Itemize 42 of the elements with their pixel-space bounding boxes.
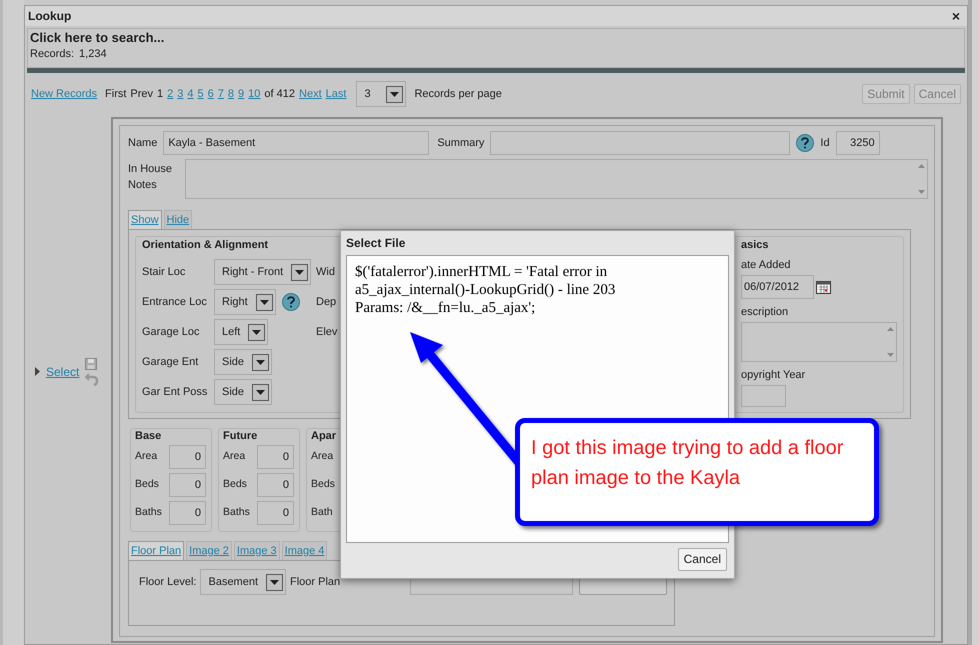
field-label: Beds: [135, 477, 159, 492]
field-label: Stair Loc: [142, 264, 186, 280]
field-label: Beds: [311, 477, 335, 492]
field-label: escription: [741, 305, 788, 319]
fieldset-title: Orientation & Alignment: [142, 238, 268, 252]
field-label: In House Notes: [128, 162, 174, 193]
field-label: opyright Year: [741, 368, 806, 382]
pager-text: Prev: [130, 86, 154, 102]
pager-text: of 412: [264, 86, 296, 102]
fieldset-title: Future: [223, 429, 258, 443]
field-label: Garage Loc: [142, 324, 200, 340]
field-label: Name: [128, 136, 158, 151]
window-title: Lookup: [28, 8, 72, 25]
field-label: Area: [223, 449, 246, 464]
field-label: Floor Level:: [139, 574, 196, 590]
fieldset-title: asics: [741, 238, 769, 252]
fieldset-title: Base: [135, 429, 162, 443]
records-per-page-label: Records per page: [414, 86, 502, 102]
field-label: Id: [820, 136, 830, 151]
error-message: $('fatalerror').innerHTML = 'Fatal error in a5_ajax_internal()-LookupGrid() - line 203 Params: /&__fn=lu._a5_ajax';: [355, 263, 616, 317]
annotation-text: I got this image trying to add a floor plan image to the Kayla: [531, 436, 844, 491]
records-count: 1,234: [79, 47, 107, 61]
field-label: Area: [135, 449, 158, 464]
field-label: Area: [311, 449, 334, 464]
field-label: Floor Plan: [290, 574, 340, 590]
field-label: Gar Ent Poss: [142, 384, 208, 400]
fieldset-title: Apar: [311, 429, 336, 443]
field-label: Entrance Loc: [142, 294, 208, 310]
field-label: ate Added: [741, 258, 791, 272]
field-label: Dep: [316, 294, 338, 310]
dialog-title: Select File: [341, 231, 734, 255]
field-label: Garage Ent: [142, 354, 200, 370]
pager-text: First: [105, 86, 126, 102]
pager-text: 1: [157, 86, 164, 102]
field-label: Baths: [135, 505, 162, 520]
field-label: Baths: [223, 505, 250, 520]
field-label: Bath: [311, 505, 333, 520]
field-label: Beds: [223, 477, 247, 492]
field-label: Elev: [316, 324, 338, 340]
field-label: Wid: [316, 264, 336, 280]
field-label: Summary: [437, 136, 484, 151]
records-label: Records:: [30, 47, 74, 61]
